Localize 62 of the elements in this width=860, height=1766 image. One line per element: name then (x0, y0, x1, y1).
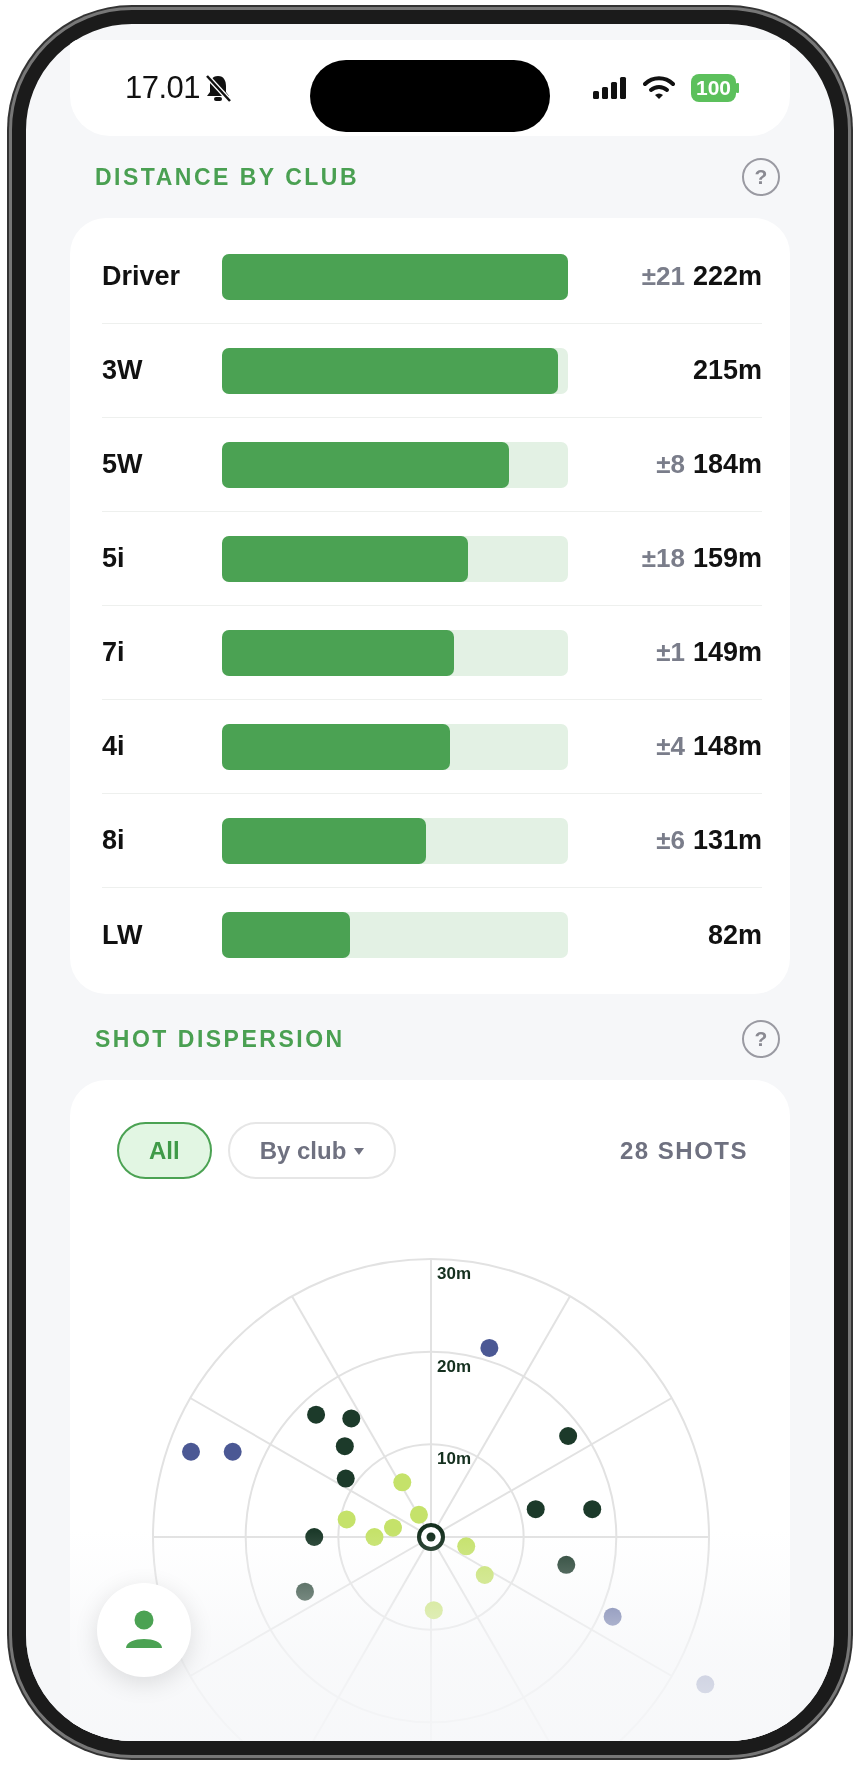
ring-label: 10m (437, 1449, 472, 1469)
shot-dot (409, 1505, 428, 1524)
distance-spread: ±4 (656, 730, 685, 764)
shot-dot (526, 1500, 545, 1519)
section-title: DISTANCE BY CLUB (95, 162, 360, 192)
shot-dot (337, 1510, 356, 1529)
shot-dot (393, 1473, 412, 1492)
club-name: 5i (102, 542, 126, 576)
ring-label: 30m (437, 1264, 472, 1283)
section-title: SHOT DISPERSION (95, 1024, 345, 1054)
shot-dot (457, 1537, 476, 1556)
shot-dot (480, 1338, 499, 1357)
club-name: 3W (102, 354, 144, 388)
target-icon (417, 1523, 445, 1551)
average-distance: 159m (692, 542, 762, 576)
filter-tab[interactable]: All (117, 1122, 212, 1179)
shot-dot (603, 1607, 622, 1626)
club-name: 7i (102, 636, 126, 670)
average-distance: 82m (707, 918, 762, 952)
clock: 17.01 (125, 68, 201, 107)
shot-dot (365, 1528, 384, 1546)
shot-dot (305, 1528, 324, 1546)
shot-dot (223, 1442, 242, 1461)
shot-dot (307, 1405, 326, 1424)
club-name: 8i (102, 824, 126, 858)
average-distance: 148m (692, 730, 762, 764)
filter-tab[interactable]: By club (227, 1122, 397, 1179)
shot-dot (583, 1500, 602, 1519)
person-icon (125, 1610, 163, 1650)
average-distance: 184m (692, 448, 762, 482)
battery-tip-icon (736, 83, 740, 93)
help-button[interactable]: ? (742, 158, 780, 196)
shot-dot (475, 1566, 494, 1584)
club-name: 5W (102, 448, 144, 482)
club-name: 4i (102, 730, 126, 764)
wifi-icon (642, 76, 675, 100)
club-name: Driver (102, 260, 182, 294)
distance-spread: ±6 (656, 824, 685, 858)
distance-spread: ±8 (656, 448, 685, 482)
ring-label: 20m (437, 1356, 472, 1376)
distance-spread: ±1 (656, 636, 685, 670)
shot-dot (424, 1601, 443, 1620)
average-distance: 222m (692, 260, 762, 294)
shot-dot (557, 1555, 576, 1574)
average-distance: 149m (692, 636, 762, 670)
shot-dot (335, 1437, 354, 1456)
shot-count: 28 SHOTS (619, 1135, 748, 1166)
shot-dot (559, 1427, 578, 1445)
shot-dot (696, 1675, 715, 1694)
shot-dot (342, 1409, 361, 1428)
shot-dot (182, 1442, 200, 1461)
help-button[interactable]: ? (742, 1020, 780, 1058)
signal-icon (592, 77, 627, 99)
distance-spread: ±18 (641, 542, 685, 576)
shot-dot (336, 1469, 355, 1488)
distance-spread: ±21 (641, 260, 685, 294)
club-name: LW (102, 918, 144, 952)
shot-dot (295, 1582, 314, 1601)
average-distance: 131m (692, 824, 762, 858)
battery-level: 100 (690, 74, 736, 102)
average-distance: 215m (692, 354, 762, 388)
shot-dot (384, 1518, 402, 1537)
